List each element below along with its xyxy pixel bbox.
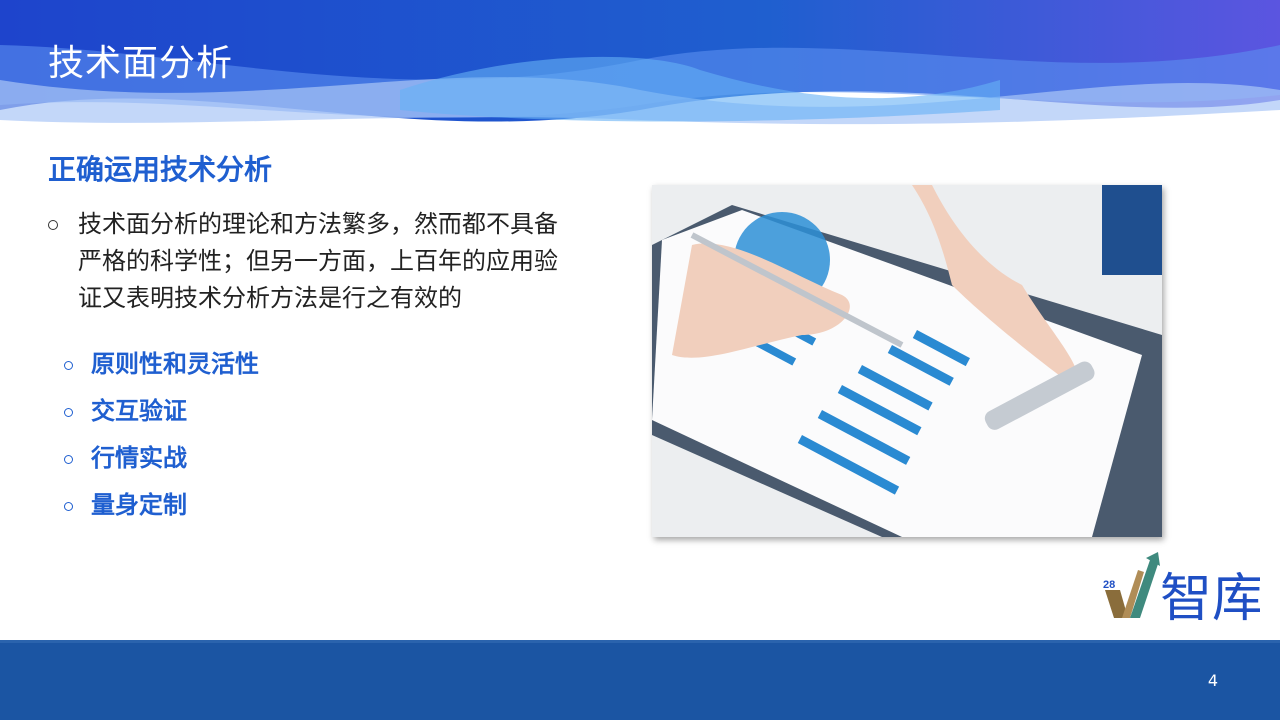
sub-bullet: 交互验证	[64, 391, 187, 426]
logo-number: 28	[1103, 579, 1115, 591]
sub-bullet-text: 原则性和灵活性	[91, 350, 259, 378]
bullet-line: 技术面分析的理论和方法繁多，然而都不具备	[78, 210, 558, 238]
section-heading: 正确运用技术分析	[48, 153, 273, 186]
page-number: 4	[1207, 671, 1218, 690]
bullet-circle-icon	[64, 454, 73, 464]
sub-bullet-text: 交互验证	[91, 397, 187, 425]
logo-text: 智库	[1160, 569, 1260, 625]
bullet-line: 证又表明技术分析方法是行之有效的	[78, 284, 462, 312]
slide-title: 技术面分析	[48, 43, 234, 84]
bullet-circle-icon	[64, 360, 73, 370]
sub-bullet-text: 量身定制	[91, 491, 187, 519]
analysis-chart-photo	[652, 185, 1162, 537]
sub-bullet: 量身定制	[64, 485, 187, 520]
bullet-circle-icon	[48, 220, 58, 230]
header-banner: 技术面分析	[0, 0, 1280, 140]
sub-bullet: 原则性和灵活性	[64, 344, 259, 379]
sub-bullet: 行情实战	[64, 438, 187, 473]
bullet-circle-icon	[64, 501, 73, 511]
zhiku-logo: 28 智库	[1100, 550, 1264, 629]
footer-bar: 4	[0, 640, 1280, 720]
sub-bullet-text: 行情实战	[91, 444, 187, 472]
main-bullet: 技术面分析的理论和方法繁多，然而都不具备 严格的科学性；但另一方面，上百年的应用…	[48, 206, 628, 317]
bullet-circle-icon	[64, 407, 73, 417]
bullet-line: 严格的科学性；但另一方面，上百年的应用验	[78, 247, 558, 275]
